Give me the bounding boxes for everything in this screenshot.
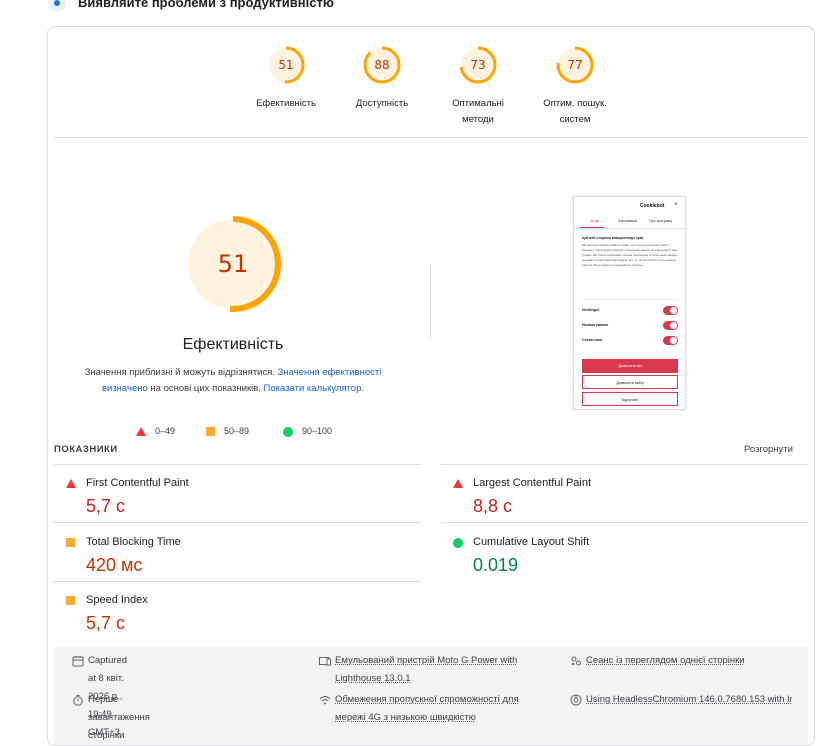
gauge-score: 77 bbox=[567, 58, 583, 72]
gauge-score: 51 bbox=[278, 58, 294, 72]
legend-poor: 0–49 bbox=[136, 424, 175, 438]
metric-value: 5,7 с bbox=[86, 496, 126, 516]
square-icon bbox=[206, 427, 215, 437]
metric-value: 420 мс bbox=[86, 555, 143, 575]
gauge-performance[interactable]: 51 Ефективність bbox=[236, 45, 336, 112]
vertical-divider bbox=[430, 264, 431, 340]
metric-name: Speed Index bbox=[86, 594, 148, 606]
category-gauges: 51 Ефективність 88 Доступність 73 Оптима… bbox=[48, 27, 814, 138]
divider bbox=[54, 464, 420, 465]
thumbnail-header: Cookiebot × bbox=[574, 197, 685, 215]
thumbnail-toggle-row: Необхідні bbox=[582, 306, 678, 316]
toggle-icon bbox=[663, 306, 678, 315]
wifi-icon bbox=[319, 696, 331, 705]
status-dot-icon bbox=[48, 0, 66, 12]
gauge-label: Оптим. пошук. систем bbox=[543, 98, 607, 125]
performance-title: Ефективність bbox=[182, 336, 284, 353]
divider bbox=[441, 464, 808, 465]
average-square-icon bbox=[66, 596, 75, 605]
performance-description: Значення приблизні й можуть відрізнятися… bbox=[84, 367, 382, 394]
chromium-icon bbox=[570, 694, 582, 706]
thumbnail-heading: Цей веб-сторінка використовує куки bbox=[582, 236, 644, 240]
gauge-ring: 73 bbox=[458, 45, 498, 85]
performance-summary: 51 Ефективність Значення приблизні й мож… bbox=[48, 138, 814, 438]
score-legend: 0–49 50–89 90–100 bbox=[136, 424, 356, 438]
legend-average: 50–89 bbox=[206, 424, 249, 438]
thumbnail-allow-selection-button: Дозволити вибір bbox=[582, 375, 678, 389]
expand-metrics-toggle[interactable]: Розгорнути bbox=[744, 444, 793, 455]
toggle-icon bbox=[663, 336, 678, 345]
metric-value: 0.019 bbox=[473, 555, 519, 575]
thumbnail-deny-button: Відхилити bbox=[582, 392, 678, 406]
section-header: Виявляйте проблеми з продуктивністю bbox=[0, 0, 835, 20]
page-screenshot-thumbnail[interactable]: Cookiebot × Згода Інформація Про програм… bbox=[573, 196, 686, 410]
emulated-device-item[interactable]: Емульований пристрій Moto G Power with L… bbox=[319, 652, 549, 688]
gauge-seo[interactable]: 77 Оптим. пошук. систем bbox=[525, 45, 625, 128]
metric-value: 8,8 с bbox=[473, 496, 513, 516]
timer-icon bbox=[73, 695, 83, 706]
metric-cls: Cumulative Layout Shift 0.019 bbox=[441, 526, 801, 584]
calendar-icon bbox=[72, 656, 84, 667]
network-throttling-item[interactable]: Обмеження пропускної спроможності для ме… bbox=[319, 691, 549, 727]
gauge-score: 73 bbox=[470, 58, 486, 72]
toggle-icon bbox=[663, 321, 678, 330]
metric-tbt: Total Blocking Time 420 мс bbox=[54, 526, 414, 584]
metric-value: 5,7 с bbox=[86, 613, 126, 633]
thumbnail-paragraph: Ми використовуємо файли cookie, щоб перс… bbox=[582, 243, 678, 267]
divider bbox=[582, 299, 678, 300]
metric-speed-index: Speed Index 5,7 с bbox=[54, 584, 414, 642]
good-circle-icon bbox=[453, 538, 463, 548]
close-icon: × bbox=[674, 202, 678, 208]
circle-icon bbox=[283, 426, 293, 437]
thumbnail-allow-all-button: Дозволити всі bbox=[582, 359, 678, 373]
gauge-ring: 88 bbox=[362, 45, 402, 85]
device-icon bbox=[319, 657, 331, 666]
triangle-icon bbox=[136, 427, 146, 437]
divider bbox=[54, 581, 420, 582]
thumbnail-tab-details: Інформація bbox=[618, 219, 638, 223]
poor-triangle-icon bbox=[66, 479, 76, 488]
metric-name: Total Blocking Time bbox=[86, 536, 181, 548]
legend-good: 90–100 bbox=[283, 424, 332, 438]
thumbnail-tabs: Згода Інформація Про програму bbox=[574, 215, 685, 229]
divider bbox=[441, 522, 808, 523]
gauge-best-practices[interactable]: 73 Оптимальні методи bbox=[428, 45, 528, 128]
session-icon bbox=[571, 656, 581, 666]
performance-score: 51 bbox=[217, 250, 249, 278]
metric-name: Largest Contentful Paint bbox=[473, 477, 592, 489]
thumbnail-body: Цей веб-сторінка використовує куки Ми ви… bbox=[582, 236, 678, 268]
run-info-footer: Captured at 8 квіт. 2026 р., 19:49 GMT+3… bbox=[54, 647, 808, 745]
cookiebot-logo: Cookiebot bbox=[640, 203, 665, 209]
metric-name: Cumulative Layout Shift bbox=[473, 536, 590, 548]
thumbnail-toggle-row: Статистика bbox=[582, 336, 678, 346]
gauge-score: 88 bbox=[374, 58, 390, 72]
report-card: 51 Ефективність 88 Доступність 73 Оптима… bbox=[47, 26, 815, 746]
average-square-icon bbox=[66, 538, 75, 547]
metric-fcp: First Contentful Paint 5,7 с bbox=[54, 467, 414, 525]
browser-version-item[interactable]: Using HeadlessChromium 146.0.7680.153 wi… bbox=[570, 691, 808, 709]
gauge-label: Ефективність bbox=[256, 98, 316, 109]
active-tab-indicator bbox=[580, 227, 604, 228]
thumbnail-toggle-row: Налаштування bbox=[582, 321, 678, 331]
thumbnail-tab-consent: Згода bbox=[590, 219, 600, 223]
gauge-ring: 51 bbox=[266, 45, 306, 85]
performance-gauge: 51 bbox=[185, 216, 281, 312]
metric-lcp: Largest Contentful Paint 8,8 с bbox=[441, 467, 801, 525]
divider bbox=[54, 522, 420, 523]
metric-name: First Contentful Paint bbox=[86, 477, 189, 489]
gauge-ring: 77 bbox=[555, 45, 595, 85]
section-title: Виявляйте проблеми з продуктивністю bbox=[78, 0, 334, 10]
show-calculator-link[interactable]: Показати калькулятор bbox=[264, 383, 362, 394]
poor-triangle-icon bbox=[453, 479, 463, 488]
metrics-heading: ПОКАЗНИКИ bbox=[54, 444, 118, 455]
gauge-label: Доступність bbox=[355, 98, 409, 109]
gauge-accessibility[interactable]: 88 Доступність bbox=[332, 45, 432, 112]
thumbnail-tab-about: Про програму bbox=[649, 219, 673, 223]
gauge-label: Оптимальні методи bbox=[452, 98, 504, 125]
